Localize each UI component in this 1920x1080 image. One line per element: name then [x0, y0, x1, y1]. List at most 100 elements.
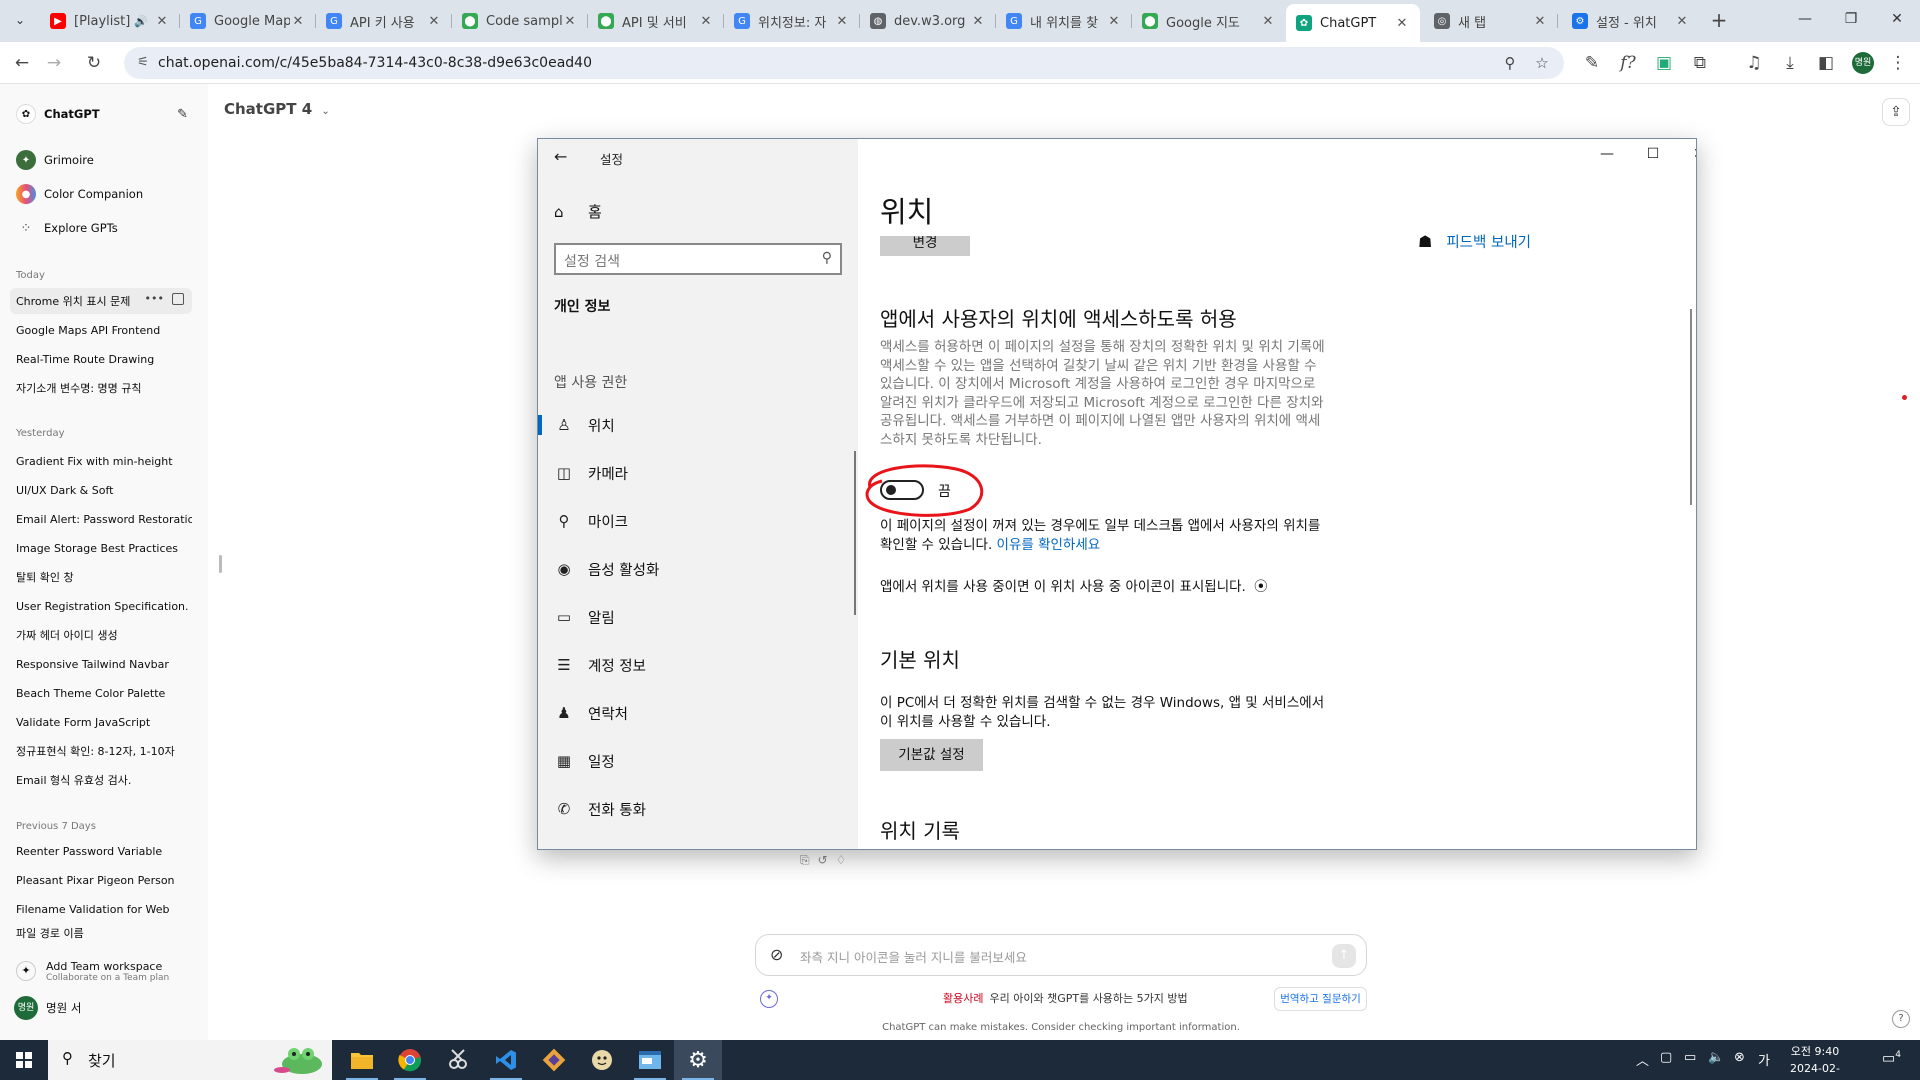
nav-item-notifications[interactable]: ▭ 알림	[538, 597, 858, 637]
chat-history-item[interactable]: Beach Theme Color Palette	[10, 680, 192, 706]
search-icon[interactable]: ⚲	[822, 250, 832, 266]
archive-icon[interactable]	[172, 293, 184, 305]
chat-history-item[interactable]: 자기소개 변수명: 명명 규칙	[10, 375, 192, 401]
browser-tab[interactable]: ⚙ 설정 - 위치 ✕	[1562, 6, 1700, 36]
ime-indicator[interactable]: 가	[1758, 1050, 1770, 1069]
chat-history-item[interactable]: Pleasant Pixar Pigeon Person	[10, 867, 192, 893]
reload-icon[interactable]: ↻	[80, 50, 108, 76]
help-button[interactable]: ?	[1892, 1010, 1910, 1028]
close-button[interactable]: ✕	[1676, 139, 1696, 169]
close-tab-icon[interactable]: ✕	[290, 14, 306, 29]
browser-tab[interactable]: ◎ 새 탭 ✕	[1424, 6, 1558, 36]
close-tab-icon[interactable]: ✕	[1674, 14, 1690, 29]
mascot-app-icon[interactable]	[578, 1040, 626, 1080]
profile-avatar[interactable]: 명원	[1852, 52, 1874, 74]
browser-tab[interactable]: ⬤ API 및 서비 ✕	[588, 6, 724, 36]
close-tab-icon[interactable]: ✕	[698, 14, 714, 29]
tray-tablet-icon[interactable]: ▢	[1660, 1050, 1672, 1065]
chat-history-item[interactable]: User Registration Specification.	[10, 593, 192, 619]
browser-tab-active[interactable]: ✿ ChatGPT ✕	[1286, 4, 1420, 42]
minimize-button[interactable]: —	[1584, 139, 1630, 169]
chat-history-item[interactable]: Email Alert: Password Restoration	[10, 506, 192, 532]
chat-history-item[interactable]: Gradient Fix with min-height	[10, 448, 192, 474]
location-access-toggle[interactable]	[880, 480, 924, 500]
chrome-icon[interactable]	[386, 1040, 434, 1080]
settings-search-input[interactable]: 설정 검색 ⚲	[554, 243, 842, 275]
chat-history-item-active[interactable]: Chrome 위치 표시 문제 •••	[10, 288, 192, 314]
chat-history-item[interactable]: Image Storage Best Practices	[10, 535, 192, 561]
tray-overflow-chevron-icon[interactable]: ︿	[1636, 1050, 1649, 1069]
vscode-icon[interactable]	[482, 1040, 530, 1080]
regenerate-icon[interactable]: ↺	[818, 853, 828, 868]
nav-item-voice-activation[interactable]: ◉ 음성 활성화	[538, 549, 858, 589]
close-tab-icon[interactable]: ✕	[1532, 14, 1548, 29]
close-tab-icon[interactable]: ✕	[1106, 14, 1122, 29]
explore-gpts-row[interactable]: ⁘ Explore GPTs	[10, 214, 192, 242]
new-chat-row[interactable]: ✿ ChatGPT ✎	[10, 100, 192, 128]
minimize-button[interactable]: —	[1782, 4, 1828, 34]
close-window-button[interactable]: ✕	[1874, 4, 1920, 34]
back-arrow-icon[interactable]: ←	[8, 50, 36, 76]
copy-icon[interactable]: ⎘	[800, 853, 810, 868]
browser-tab[interactable]: G 위치정보: 자 ✕	[724, 6, 860, 36]
nav-item-camera[interactable]: ◫ 카메라	[538, 453, 858, 493]
close-tab-icon[interactable]: ✕	[1260, 14, 1276, 29]
chat-history-item[interactable]: 가짜 헤더 아이디 생성	[10, 622, 192, 648]
content-scrollbar[interactable]	[1690, 309, 1692, 505]
git-app-icon[interactable]	[530, 1040, 578, 1080]
gpt-item-grimoire[interactable]: ✦ Grimoire	[10, 146, 192, 174]
taskbar-clock[interactable]: 오전 9:40 2024-02-29	[1786, 1043, 1844, 1080]
new-tab-button[interactable]: +	[1706, 8, 1732, 34]
browser-tab[interactable]: G API 키 사용 ✕	[316, 6, 452, 36]
add-team-workspace[interactable]: ✦ Add Team workspace Collaborate on a Te…	[10, 954, 200, 988]
maximize-button[interactable]: ☐	[1630, 139, 1676, 169]
speaker-icon[interactable]: 🔊	[134, 15, 148, 28]
chat-history-item[interactable]: Google Maps API Frontend	[10, 317, 192, 343]
back-arrow-icon[interactable]: ←	[554, 147, 567, 166]
windows-start-icon[interactable]	[0, 1040, 48, 1080]
network-icon[interactable]: ▭	[1684, 1050, 1696, 1065]
side-panel-icon[interactable]: ◧	[1812, 50, 1840, 76]
close-tab-icon[interactable]: ✕	[562, 14, 578, 29]
close-tab-icon[interactable]: ✕	[1394, 16, 1410, 31]
file-explorer-folder-icon[interactable]	[338, 1040, 386, 1080]
nav-item-phone-calls[interactable]: ✆ 전화 통화	[538, 789, 858, 829]
browser-tab[interactable]: G Google Map ✕	[180, 6, 316, 36]
share-icon[interactable]: ⇪	[1882, 98, 1910, 126]
message-composer[interactable]: ⊘ 좌측 지니 아이콘을 눌러 지니를 불러보세요 ↑	[755, 934, 1367, 976]
browser-window-icon[interactable]	[626, 1040, 674, 1080]
formula-extension-icon[interactable]: f?	[1614, 50, 1642, 76]
translate-and-ask-button[interactable]: 번역하고 질문하기	[1274, 987, 1367, 1011]
send-feedback-link[interactable]: ☗ 피드백 보내기	[1418, 231, 1531, 252]
chat-history-item[interactable]: Responsive Tailwind Navbar	[10, 651, 192, 677]
close-tab-icon[interactable]: ✕	[154, 14, 170, 29]
chat-history-item[interactable]: 파일 경로 이름	[10, 925, 192, 939]
nav-item-location[interactable]: ♙ 위치	[538, 405, 858, 445]
snipping-tool-icon[interactable]	[434, 1040, 482, 1080]
browser-tab[interactable]: ⬤ Code sample ✕	[452, 6, 588, 36]
zoom-icon[interactable]: ⚲	[1500, 53, 1520, 73]
thumbs-down-icon[interactable]: ♢	[836, 853, 847, 868]
volume-icon[interactable]: 🔈	[1708, 1050, 1724, 1065]
nav-item-contacts[interactable]: ♟ 연락처	[538, 693, 858, 733]
send-arrow-icon[interactable]: ↑	[1332, 944, 1356, 968]
genie-extension-icon[interactable]: ✦	[760, 990, 778, 1008]
image-extension-icon[interactable]: ▣	[1650, 50, 1678, 76]
bookmark-star-icon[interactable]: ☆	[1532, 53, 1552, 73]
model-selector[interactable]: ChatGPT 4 ⌄	[224, 100, 330, 118]
more-options-icon[interactable]: •••	[145, 292, 164, 305]
browser-tab[interactable]: ▶ [Playlist] 🔊 ✕	[40, 6, 180, 36]
nav-scrollbar[interactable]	[854, 451, 856, 615]
close-tab-icon[interactable]: ✕	[834, 14, 850, 29]
new-chat-edit-icon[interactable]: ✎	[177, 107, 188, 122]
download-icon[interactable]: ⤓	[1776, 50, 1804, 76]
browser-tab[interactable]: G 내 위치를 찾 ✕	[996, 6, 1132, 36]
kebab-menu-icon[interactable]: ⋮	[1884, 50, 1912, 76]
eyedropper-extension-icon[interactable]: ✎	[1578, 50, 1606, 76]
chat-history-item[interactable]: 탈퇴 확인 창	[10, 564, 192, 590]
tab-search-chevron-icon[interactable]: ⌄	[8, 8, 32, 32]
restore-button[interactable]: ❐	[1828, 4, 1874, 34]
set-default-button[interactable]: 기본값 설정	[880, 739, 983, 771]
learn-why-link[interactable]: 이유를 확인하세요	[997, 537, 1101, 553]
forward-arrow-icon[interactable]: →	[40, 50, 68, 76]
